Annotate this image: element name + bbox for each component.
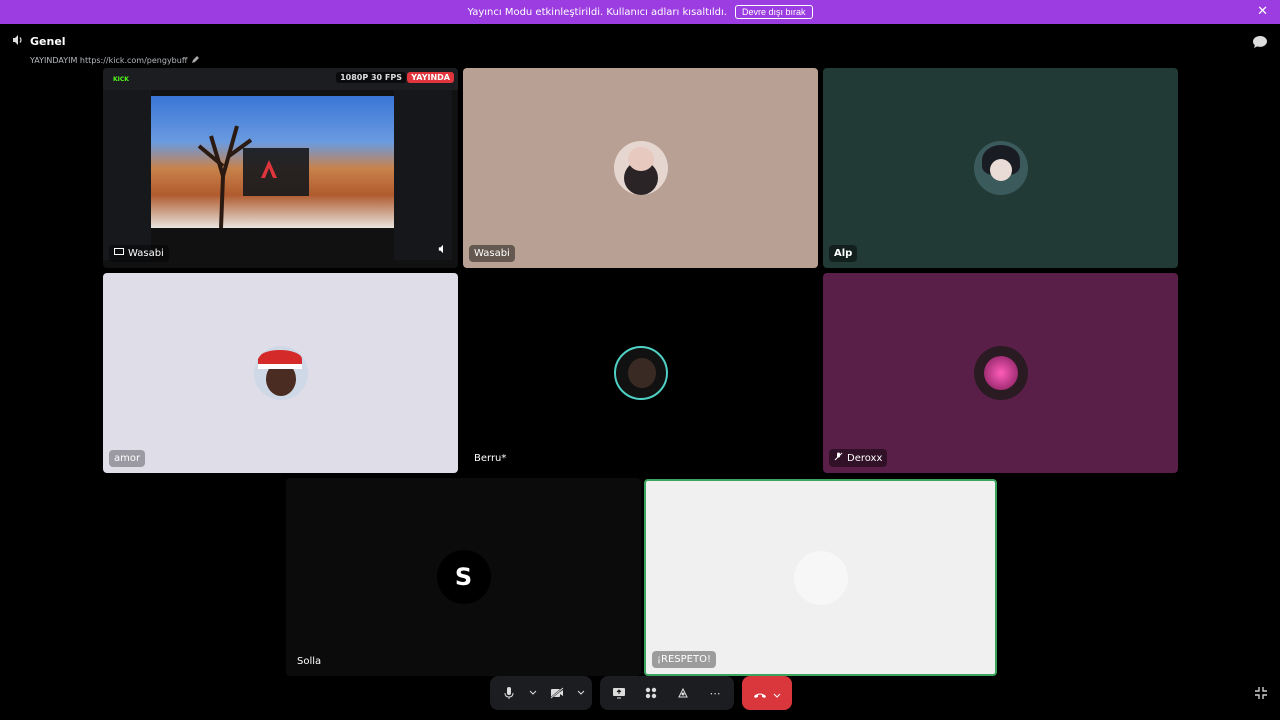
avatar (793, 550, 848, 605)
mic-icon[interactable] (496, 680, 522, 706)
participant-name: amor (109, 450, 146, 467)
quality-badge: 1080P 30 FPS (336, 72, 406, 83)
status-text: YAYINDAYIM https://kick.com/pengybuff (30, 56, 188, 65)
kick-logo: KICK (113, 76, 129, 83)
close-icon[interactable]: ✕ (1257, 4, 1268, 19)
participant-name: Deroxx (847, 452, 883, 464)
avatar (253, 346, 308, 400)
participant-tile-alp[interactable]: Alp (823, 68, 1178, 268)
soundboard-icon[interactable] (670, 680, 696, 706)
avatar (973, 141, 1028, 195)
avatar (613, 346, 668, 400)
avatar (613, 141, 668, 195)
screen-share-icon (114, 248, 124, 259)
speaker-icon (12, 34, 24, 49)
participant-name: Alp (829, 245, 858, 262)
volume-icon[interactable] (438, 239, 448, 258)
end-call-group (742, 676, 792, 710)
shared-screen: KICK (103, 68, 458, 268)
more-options-icon[interactable]: ⋯ (702, 680, 728, 706)
participant-name: Berru* (474, 453, 507, 464)
participant-name: Solla (297, 656, 322, 667)
streamer-mode-banner: Yayıncı Modu etkinleştirildi. Kullanıcı … (0, 0, 1280, 24)
mic-muted-icon (834, 452, 843, 464)
disable-streamer-mode-button[interactable]: Devre dışı bırak (734, 5, 813, 19)
participant-name: Wasabi (469, 245, 515, 262)
stream-tile[interactable]: KICK 1080P 30 FPS YAYINDA Wasabi (103, 68, 458, 268)
participant-label: Deroxx (829, 449, 888, 467)
participant-tile-amor[interactable]: amor (103, 273, 458, 473)
participant-name: ¡RESPETO! (652, 651, 716, 668)
exit-fullscreen-icon[interactable] (1254, 686, 1268, 703)
av-controls (490, 676, 592, 710)
participant-tile-berru[interactable]: Berru* (463, 273, 818, 473)
participant-tile-solla[interactable]: S Solla (286, 478, 641, 676)
kick-sidebar (103, 90, 151, 260)
screen-share-icon[interactable] (606, 680, 632, 706)
participant-tile-wasabi[interactable]: Wasabi (463, 68, 818, 268)
activity-controls: ⋯ (600, 676, 734, 710)
avatar-initial: S (454, 563, 473, 591)
edit-pencil-icon[interactable] (191, 55, 200, 66)
avatar (973, 346, 1028, 400)
live-badge: YAYINDA (407, 72, 454, 83)
channel-name: Genel (30, 35, 66, 48)
chat-bubble-icon[interactable] (1252, 34, 1268, 48)
activities-icon[interactable] (638, 680, 664, 706)
call-controls: ⋯ (490, 676, 792, 710)
participant-tile-respeto[interactable]: ¡RESPETO! (644, 479, 997, 676)
end-call-icon[interactable] (753, 684, 767, 703)
stream-video (151, 96, 397, 228)
avatar: S (436, 550, 491, 604)
stream-user-label: Wasabi (109, 245, 169, 262)
chevron-down-icon[interactable] (576, 680, 586, 706)
chevron-down-icon[interactable] (773, 684, 781, 703)
kick-chat-panel (394, 90, 452, 260)
camera-off-icon[interactable] (544, 680, 570, 706)
chevron-down-icon[interactable] (528, 680, 538, 706)
banner-message: Yayıncı Modu etkinleştirildi. Kullanıcı … (467, 6, 727, 18)
channel-header: Genel YAYINDAYIM https://kick.com/pengyb… (12, 34, 200, 66)
participant-tile-deroxx[interactable]: Deroxx (823, 273, 1178, 473)
